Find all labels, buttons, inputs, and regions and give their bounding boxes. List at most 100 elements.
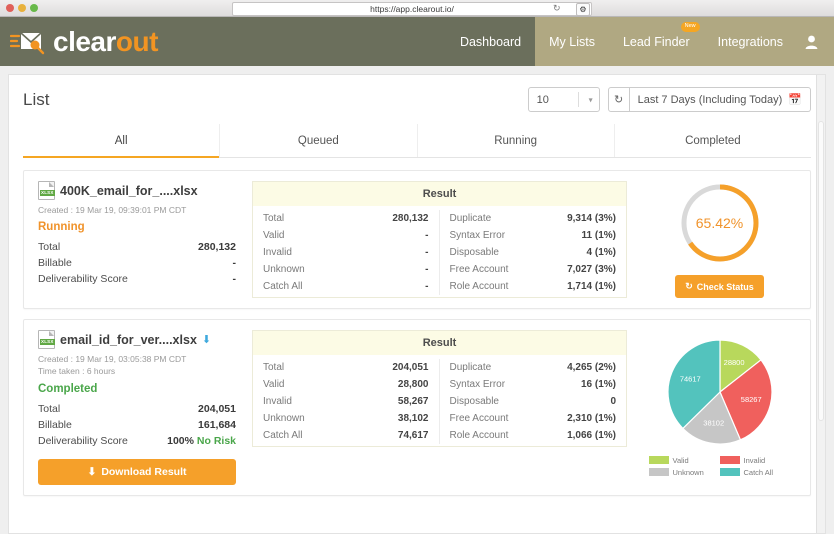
- vertical-scrollbar[interactable]: [816, 75, 825, 533]
- result-item: Role Account 1,714 (1%): [450, 278, 617, 295]
- result-label: Duplicate: [449, 362, 492, 373]
- result-item: Unknown 38,102: [263, 410, 429, 427]
- close-window-button[interactable]: [6, 4, 14, 12]
- stat-value: -: [232, 257, 237, 270]
- result-label: Invalid: [263, 247, 292, 258]
- scrollbar-thumb[interactable]: [818, 121, 824, 421]
- result-label: Disposable: [449, 396, 499, 407]
- result-box: Result Total 280,132 Valid - Invalid - Unkn…: [252, 181, 627, 298]
- result-right-column: Duplicate 9,314 (3%) Syntax Error 11 (1%) …: [440, 210, 627, 295]
- date-range-picker[interactable]: Last 7 Days (Including Today) 📅: [629, 87, 811, 112]
- user-icon[interactable]: [797, 17, 834, 66]
- result-pie-chart: 28800 58267 38102 74617: [666, 338, 774, 451]
- minimize-window-button[interactable]: [18, 4, 26, 12]
- result-item: Catch All 74,617: [263, 427, 429, 444]
- envelope-logo-icon: [9, 27, 48, 57]
- result-value: -: [425, 281, 429, 292]
- logo-wordmark: clearout: [53, 26, 158, 58]
- table-row: XLSX 400K_email_for_....xlsx Created : 1…: [23, 170, 811, 309]
- page-body: List 10 ▾ ↻ Last 7 Days (Including Today…: [0, 66, 834, 534]
- file-line: XLSX 400K_email_for_....xlsx: [38, 181, 236, 200]
- stat-row: Billable 161,684: [38, 417, 236, 433]
- refresh-icon[interactable]: ↻: [607, 87, 630, 112]
- result-value: 28,800: [397, 379, 429, 390]
- stat-value: 280,132: [198, 241, 236, 254]
- result-value: 4,265 (2%): [567, 362, 616, 373]
- result-value: 11 (1%): [581, 230, 616, 241]
- stat-label: Deliverability Score: [38, 434, 128, 447]
- tab-completed[interactable]: Completed: [614, 124, 811, 157]
- stat-value: 204,051: [198, 402, 236, 415]
- progress-percent-label: 65.42%: [695, 215, 744, 231]
- result-item: Invalid 58,267: [263, 393, 429, 410]
- stat-label: Deliverability Score: [38, 273, 128, 286]
- download-result-button[interactable]: ⬇ Download Result: [38, 458, 236, 485]
- result-item: Invalid -: [263, 244, 429, 261]
- stat-label: Billable: [38, 257, 72, 270]
- stat-value: 161,684: [198, 418, 236, 431]
- legend-swatch: [648, 456, 669, 465]
- stat-row: Billable -: [38, 255, 236, 271]
- nav-item-lead-finder[interactable]: Lead Finder New: [609, 17, 704, 66]
- result-value: 4 (1%): [586, 247, 616, 258]
- tab-label: Completed: [685, 135, 741, 147]
- logo-text-accent: out: [115, 25, 159, 57]
- page-size-select[interactable]: 10 ▾: [527, 87, 600, 112]
- file-name: 400K_email_for_....xlsx: [60, 183, 198, 198]
- status-badge: Running: [38, 221, 85, 234]
- result-item: Total 204,051: [263, 359, 429, 376]
- file-line: XLSX email_id_for_ver....xlsx ⬇: [38, 330, 236, 349]
- download-result-label: Download Result: [101, 465, 187, 478]
- tab-label: Queued: [297, 135, 339, 147]
- row-info: XLSX 400K_email_for_....xlsx Created : 1…: [32, 181, 242, 298]
- page-size-value: 10: [536, 93, 549, 106]
- nav-label: My Lists: [549, 34, 595, 49]
- result-label: Free Account: [449, 264, 509, 275]
- result-item: Unknown -: [263, 261, 429, 278]
- time-taken: Time taken : 6 hours: [38, 366, 116, 377]
- address-bar[interactable]: https://app.clearout.io/: [232, 2, 592, 16]
- url-text: https://app.clearout.io/: [370, 4, 454, 14]
- result-value: -: [425, 264, 429, 275]
- list-rows: XLSX 400K_email_for_....xlsx Created : 1…: [23, 158, 811, 496]
- maximize-window-button[interactable]: [30, 4, 38, 12]
- legend-swatch: [719, 468, 740, 477]
- nav-label: Integrations: [717, 34, 783, 49]
- nav-item-integrations[interactable]: Integrations: [704, 17, 797, 66]
- result-value: 16 (1%): [580, 379, 616, 390]
- reload-icon[interactable]: ↻: [553, 3, 561, 14]
- download-icon[interactable]: ⬇: [202, 333, 211, 346]
- result-value: 9,314 (3%): [567, 213, 616, 224]
- nav-item-my-lists[interactable]: My Lists: [535, 17, 609, 66]
- logo-text-main: clear: [53, 25, 116, 57]
- logo[interactable]: clearout: [0, 17, 446, 66]
- result-value: -: [425, 230, 429, 241]
- legend-item-unknown: Unknown: [648, 468, 720, 477]
- result-label: Free Account: [449, 413, 509, 424]
- date-range-label: Last 7 Days (Including Today): [637, 93, 783, 106]
- result-label: Catch All: [263, 281, 303, 292]
- deliverability-percent: 100%: [167, 434, 194, 447]
- check-status-label: Check Status: [696, 281, 754, 292]
- result-value: 7,027 (3%): [567, 264, 616, 275]
- result-left-column: Total 204,051 Valid 28,800 Invalid 58,267 U…: [253, 359, 440, 444]
- tab-label: Running: [494, 135, 538, 147]
- tab-queued[interactable]: Queued: [220, 124, 418, 157]
- page-title: List: [23, 89, 50, 109]
- nav-item-dashboard[interactable]: Dashboard: [445, 17, 536, 66]
- result-item: Role Account 1,066 (1%): [450, 427, 617, 444]
- result-value: -: [425, 247, 429, 258]
- chevron-down-icon: ▾: [588, 95, 593, 104]
- created-timestamp: Created : 19 Mar 19, 03:05:38 PM CDT: [38, 354, 187, 364]
- result-value: 1,714 (1%): [567, 281, 616, 292]
- check-status-button[interactable]: ↻ Check Status: [675, 275, 764, 298]
- gear-icon[interactable]: ⚙: [576, 2, 590, 16]
- xlsx-file-icon: XLSX: [38, 330, 55, 349]
- pie-slice-label: 38102: [703, 418, 724, 427]
- tab-running[interactable]: Running: [417, 124, 615, 157]
- app-header: clearout Dashboard My Lists Lead Finder …: [0, 17, 834, 66]
- window-controls[interactable]: [6, 4, 38, 12]
- progress-donut-chart: 65.42%: [678, 181, 762, 265]
- refresh-icon: ↻: [685, 281, 693, 291]
- tab-all[interactable]: All: [23, 124, 221, 158]
